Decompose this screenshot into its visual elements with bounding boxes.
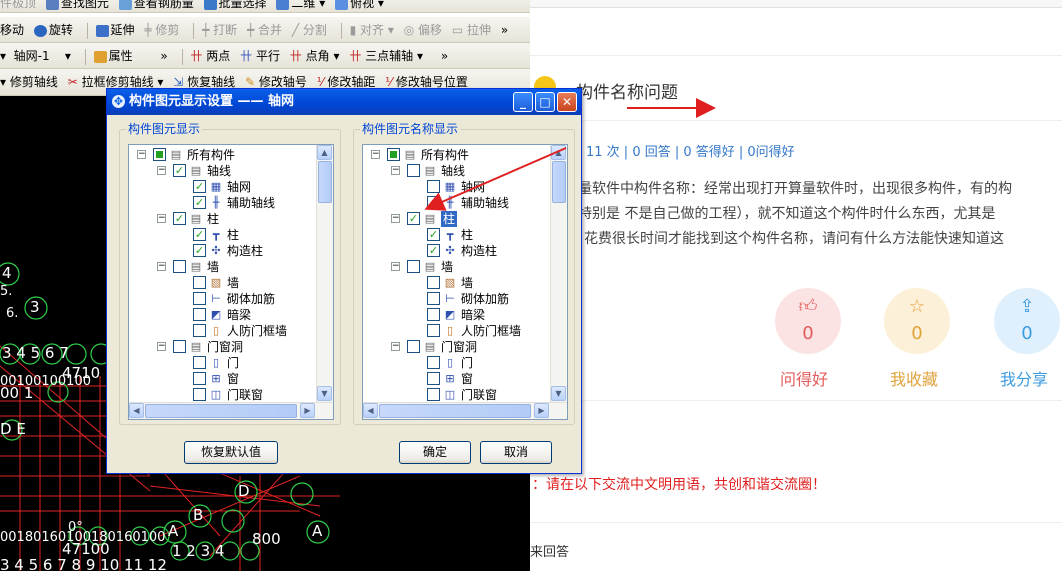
screen: 件极顶 查找图元 查看钢筋量 批量选择 二维 ▾ 俯视 ▾ 移动 旋转 延伸 ╪… bbox=[0, 0, 1062, 571]
annotation-arrow bbox=[424, 147, 567, 211]
annotation-overlay bbox=[424, 98, 716, 211]
